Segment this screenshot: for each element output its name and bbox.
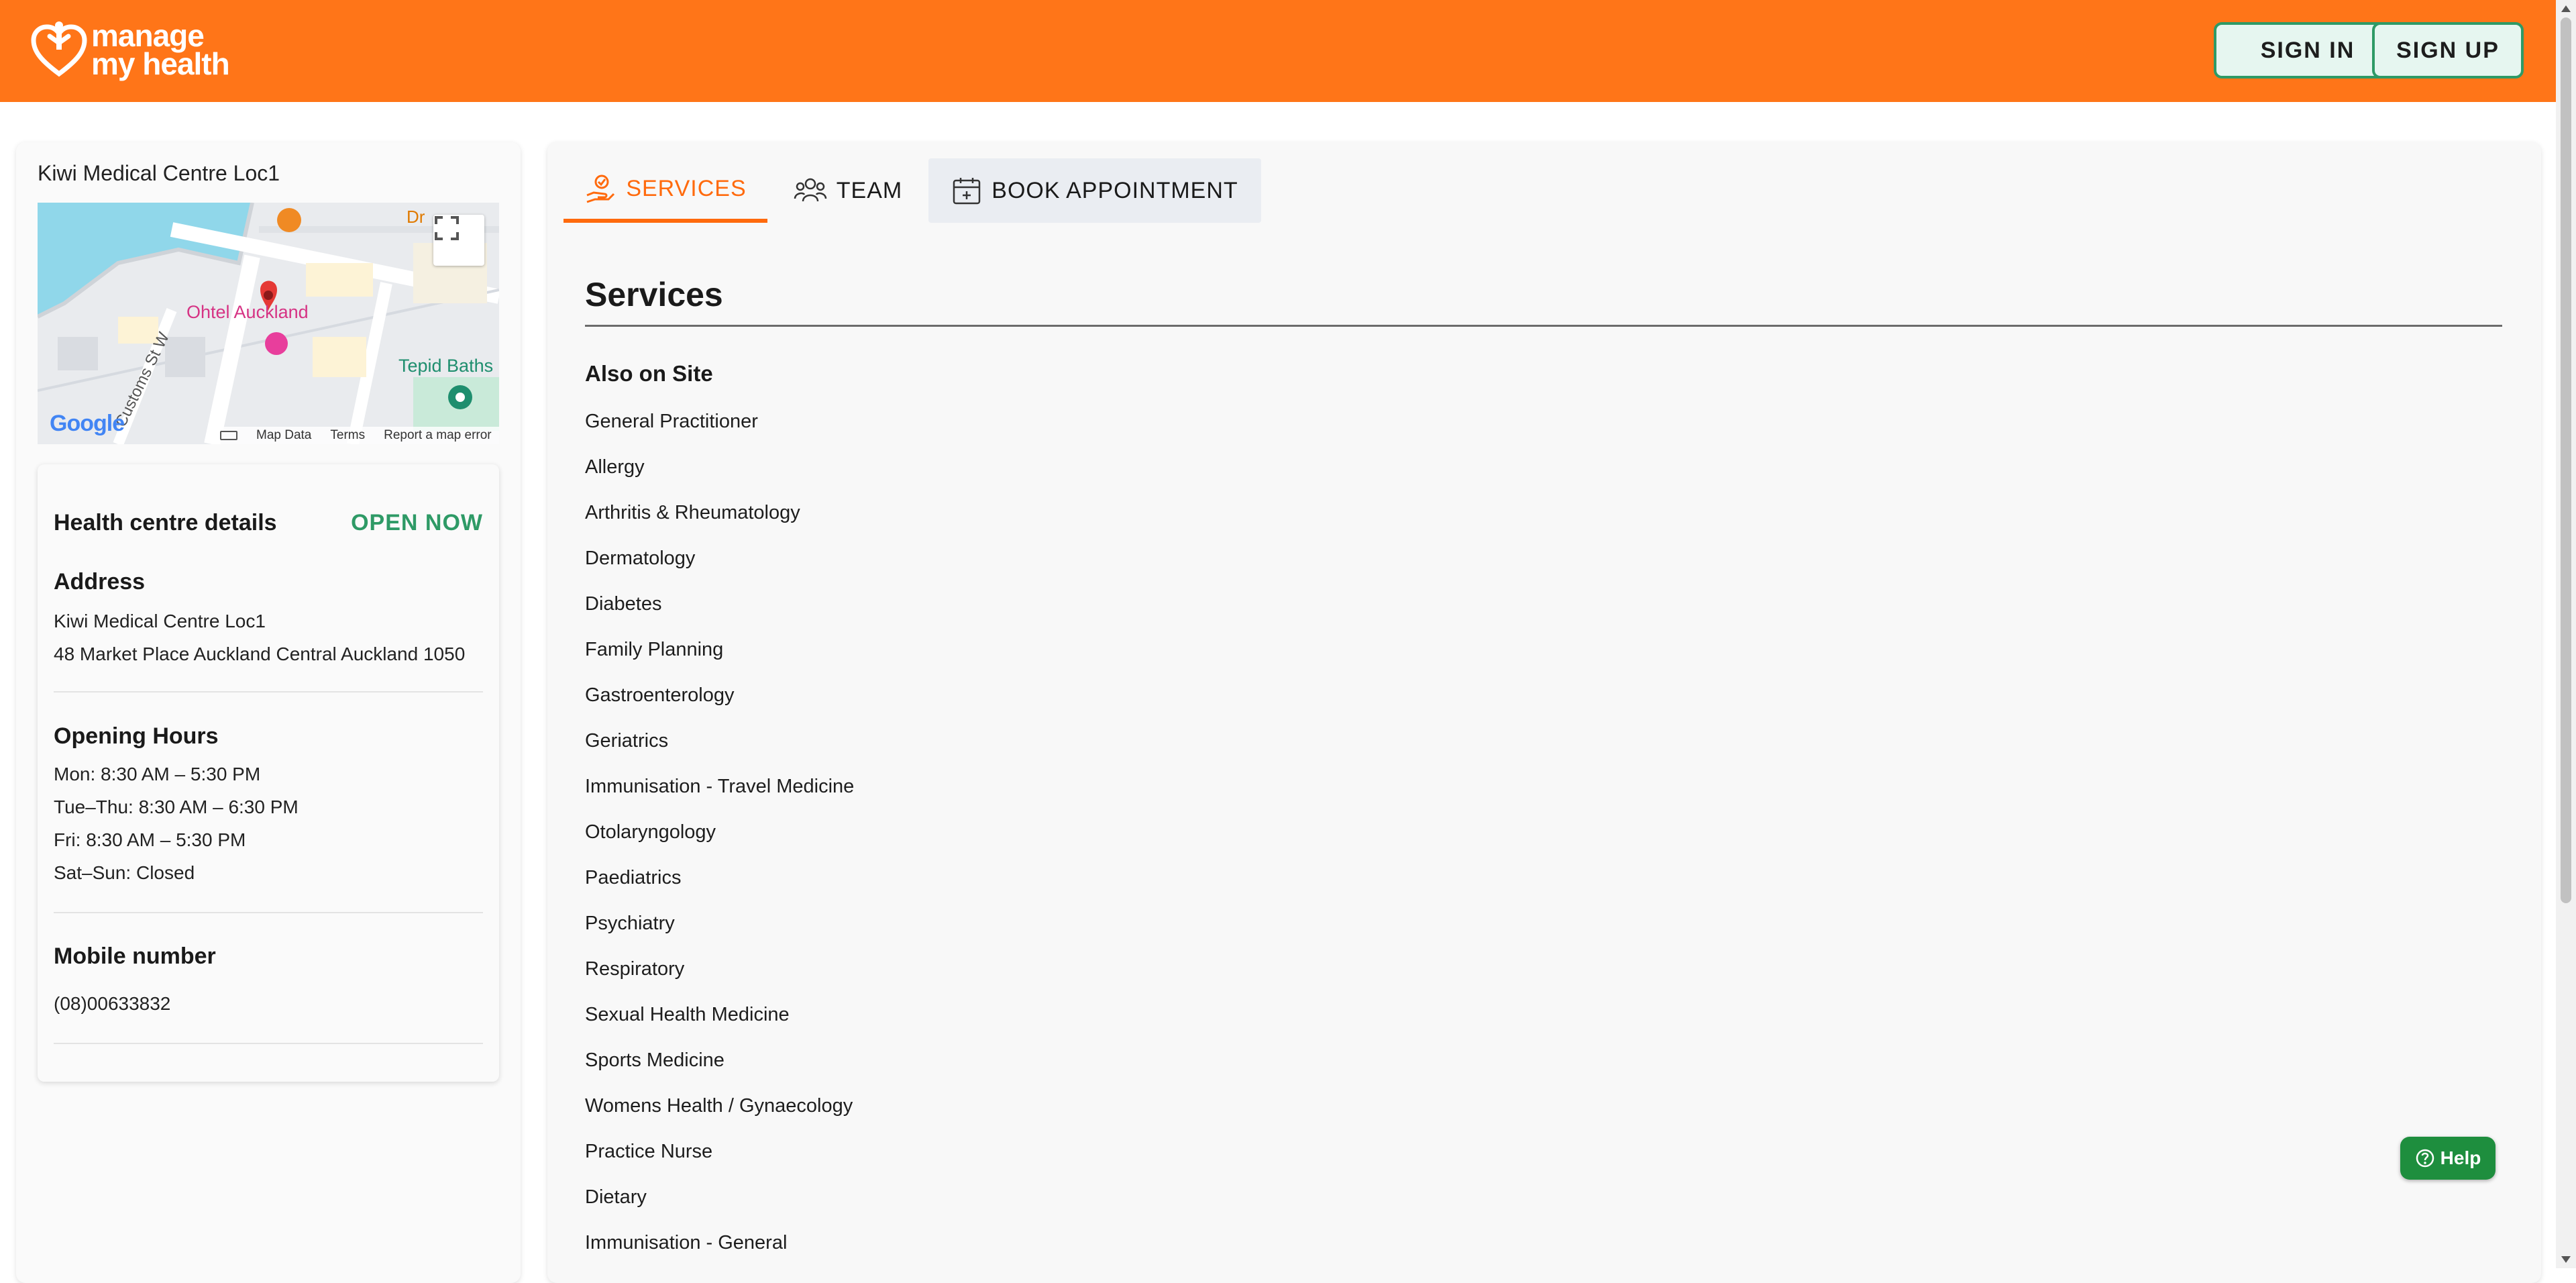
google-wordmark: Google bbox=[50, 411, 125, 436]
sign-up-button[interactable]: SIGN UP bbox=[2372, 22, 2524, 79]
heart-hands-logo-icon bbox=[31, 21, 87, 77]
service-item: Allergy bbox=[585, 456, 645, 478]
hours-line: Fri: 8:30 AM – 5:30 PM bbox=[54, 829, 246, 850]
keyboard-shortcuts-icon[interactable] bbox=[220, 431, 237, 440]
service-item: Psychiatry bbox=[585, 913, 675, 934]
service-item: General Practitioner bbox=[585, 411, 758, 432]
services-divider bbox=[585, 325, 2502, 327]
service-item: Sports Medicine bbox=[585, 1049, 724, 1071]
map-label-baths: Tepid Baths bbox=[398, 356, 494, 376]
service-item: Arthritis & Rheumatology bbox=[585, 502, 800, 523]
service-item: Geriatrics bbox=[585, 730, 669, 752]
address-heading: Address bbox=[54, 569, 146, 595]
service-item: Paediatrics bbox=[585, 867, 682, 888]
google-logo: Google bbox=[50, 411, 125, 437]
service-item: Respiratory bbox=[585, 958, 685, 980]
tab-services[interactable]: SERVICES bbox=[564, 158, 767, 223]
help-button[interactable]: Help bbox=[2400, 1137, 2496, 1180]
tab-services-label: SERVICES bbox=[626, 175, 747, 201]
fullscreen-icon bbox=[435, 216, 459, 240]
service-item: Gastroenterology bbox=[585, 684, 735, 706]
details-title: Health centre details bbox=[54, 510, 277, 535]
service-item: Dermatology bbox=[585, 548, 696, 569]
question-circle-icon bbox=[2416, 1149, 2434, 1168]
service-item: Womens Health / Gynaecology bbox=[585, 1095, 853, 1117]
service-item: Dietary bbox=[585, 1186, 647, 1208]
team-icon bbox=[794, 178, 827, 202]
opening-hours-heading: Opening Hours bbox=[54, 723, 219, 749]
details-divider bbox=[54, 691, 483, 692]
site-header: manage my health SIGN IN SIGN UP bbox=[0, 0, 2556, 102]
map-label-corner: Dr bbox=[407, 207, 425, 227]
also-on-site-heading: Also on Site bbox=[585, 361, 713, 386]
tab-book-appointment[interactable]: BOOK APPOINTMENT bbox=[928, 158, 1261, 223]
logo-line-1: manage bbox=[91, 18, 205, 53]
hand-care-icon bbox=[586, 174, 615, 203]
details-divider bbox=[54, 1043, 483, 1044]
service-item: Otolaryngology bbox=[585, 821, 716, 843]
service-item: Family Planning bbox=[585, 639, 724, 660]
app-root: manage my health SIGN IN SIGN UP Kiwi Me… bbox=[0, 0, 2576, 1283]
tab-team-label: TEAM bbox=[836, 177, 903, 203]
clinic-name: Kiwi Medical Centre Loc1 bbox=[38, 161, 280, 185]
logo-line-2: my health bbox=[91, 46, 230, 81]
health-centre-details-card: Health centre details OPEN NOW Address K… bbox=[38, 464, 499, 1082]
address-line-1: Kiwi Medical Centre Loc1 bbox=[54, 611, 266, 631]
scrollbar-thumb[interactable] bbox=[2561, 17, 2571, 903]
fullscreen-toggle-button[interactable] bbox=[433, 215, 484, 266]
open-status-badge: OPEN NOW bbox=[351, 510, 483, 535]
services-title: Services bbox=[585, 276, 723, 313]
map-report-link[interactable]: Report a map error bbox=[384, 428, 492, 443]
manage-my-health-logo[interactable]: manage my health bbox=[30, 20, 231, 81]
scroll-up-arrow-icon[interactable] bbox=[2561, 5, 2571, 12]
map-canvas bbox=[38, 203, 499, 444]
calendar-add-icon bbox=[953, 178, 981, 205]
service-item: Diabetes bbox=[585, 593, 662, 615]
map-terms-link[interactable]: Terms bbox=[330, 428, 365, 443]
address-line-2: 48 Market Place Auckland Central Aucklan… bbox=[54, 644, 466, 664]
scroll-down-arrow-icon[interactable] bbox=[2561, 1256, 2571, 1263]
services-list: General Practitioner Allergy Arthritis &… bbox=[585, 408, 854, 1275]
location-map[interactable]: Ohtel Auckland Tepid Baths Customs St W … bbox=[38, 203, 499, 444]
details-divider bbox=[54, 912, 483, 913]
service-item: Practice Nurse bbox=[585, 1141, 713, 1162]
mobile-heading: Mobile number bbox=[54, 943, 216, 969]
map-data-link[interactable]: Map Data bbox=[256, 428, 311, 443]
hours-line: Mon: 8:30 AM – 5:30 PM bbox=[54, 764, 261, 784]
help-label: Help bbox=[2440, 1147, 2481, 1168]
tab-book-label: BOOK APPOINTMENT bbox=[991, 177, 1238, 203]
mobile-number[interactable]: (08)00633832 bbox=[54, 993, 170, 1015]
map-label-hotel: Ohtel Auckland bbox=[186, 302, 309, 322]
tab-team[interactable]: TEAM bbox=[789, 158, 907, 223]
hours-line: Sat–Sun: Closed bbox=[54, 862, 195, 883]
map-footer: Map Data Terms Report a map error bbox=[213, 427, 499, 444]
service-item: Immunisation - Travel Medicine bbox=[585, 776, 855, 797]
hours-line: Tue–Thu: 8:30 AM – 6:30 PM bbox=[54, 797, 299, 817]
logo-wordmark: manage my health bbox=[91, 18, 230, 81]
service-item: Sexual Health Medicine bbox=[585, 1004, 790, 1025]
page-scrollbar[interactable] bbox=[2556, 0, 2576, 1268]
